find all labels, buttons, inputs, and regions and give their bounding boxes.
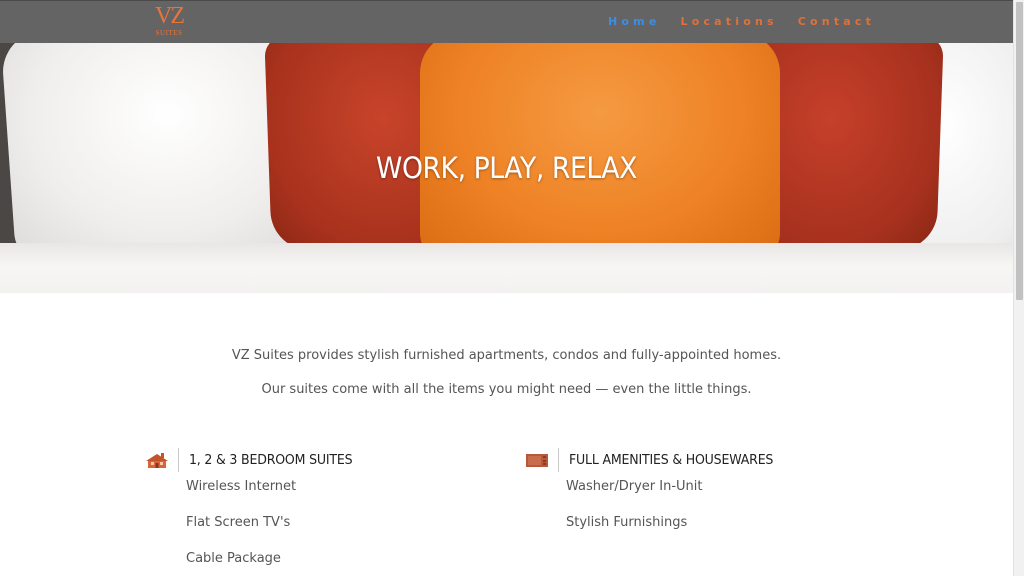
- feature-item: Washer/Dryer In-Unit: [566, 479, 703, 494]
- site-header: VZ SUITES Home Locations Contact: [0, 0, 1013, 43]
- feature-item: Cable Package: [186, 551, 281, 566]
- logo-mark: VZ: [155, 3, 185, 29]
- hero-banner: WORK, PLAY, RELAX: [0, 43, 1013, 293]
- scrollbar-thumb[interactable]: [1016, 2, 1023, 300]
- feature-item: Stylish Furnishings: [566, 515, 688, 530]
- intro-text-2: Our suites come with all the items you m…: [261, 382, 752, 397]
- main-nav: Home Locations Contact: [608, 15, 875, 28]
- house-icon: [146, 453, 168, 468]
- site-logo[interactable]: VZ SUITES: [150, 3, 188, 41]
- feature-heading-amenities: FULL AMENITIES & HOUSEWARES: [526, 448, 789, 472]
- hero-title: WORK, PLAY, RELAX: [376, 151, 637, 185]
- feature-item: Flat Screen TV's: [186, 515, 291, 530]
- feature-heading-label: FULL AMENITIES & HOUSEWARES: [569, 452, 774, 468]
- page: VZ SUITES Home Locations Contact WORK, P…: [0, 0, 1013, 576]
- feature-heading-label: 1, 2 & 3 BEDROOM SUITES: [189, 452, 353, 468]
- feature-divider: [558, 448, 559, 472]
- feature-item: Wireless Internet: [186, 479, 297, 494]
- nav-link-home[interactable]: Home: [608, 15, 661, 28]
- hero-bed: [0, 243, 1013, 293]
- page-scrollbar[interactable]: [1013, 0, 1024, 576]
- appliance-icon: [526, 454, 548, 467]
- logo-subtitle: SUITES: [155, 29, 183, 37]
- feature-divider: [178, 448, 179, 472]
- intro-text-1: VZ Suites provides stylish furnished apa…: [231, 348, 782, 363]
- nav-link-contact[interactable]: Contact: [798, 15, 875, 28]
- nav-link-locations[interactable]: Locations: [681, 15, 778, 28]
- feature-heading-suites: 1, 2 & 3 BEDROOM SUITES: [146, 448, 365, 472]
